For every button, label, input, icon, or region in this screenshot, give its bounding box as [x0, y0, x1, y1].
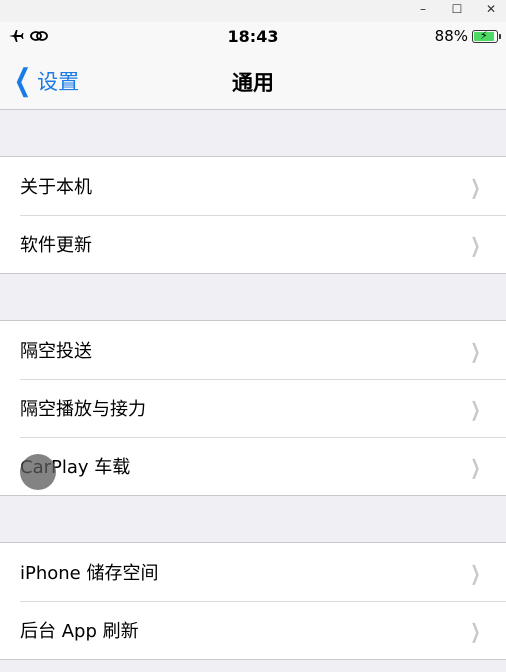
- list-item-background-refresh[interactable]: 后台 App 刷新 ❯: [0, 601, 506, 659]
- page-title: 通用: [232, 71, 274, 95]
- status-bar: 18:43 88% ⚡: [0, 22, 506, 52]
- list-item-software-update[interactable]: 软件更新 ❯: [0, 215, 506, 273]
- list-item-label: 关于本机: [20, 177, 92, 198]
- list-item-iphone-storage[interactable]: iPhone 储存空间 ❯: [0, 543, 506, 601]
- chevron-right-icon: ❯: [470, 339, 481, 363]
- list-item-label: 隔空播放与接力: [20, 399, 146, 420]
- close-button[interactable]: ✕: [484, 2, 498, 16]
- section-spacer: [0, 274, 506, 321]
- list-item-label: 后台 App 刷新: [20, 621, 139, 642]
- chevron-right-icon: ❯: [470, 397, 481, 421]
- status-time: 18:43: [227, 27, 279, 46]
- battery-percent: 88%: [434, 27, 468, 45]
- list-item-label: 隔空投送: [20, 341, 92, 362]
- chevron-right-icon: ❯: [470, 455, 481, 479]
- list-item-airdrop[interactable]: 隔空投送 ❯: [0, 321, 506, 379]
- chevron-right-icon: ❯: [470, 233, 481, 257]
- chevron-right-icon: ❯: [470, 561, 481, 585]
- settings-group-storage: iPhone 储存空间 ❯ 后台 App 刷新 ❯: [0, 543, 506, 660]
- list-item-label: iPhone 储存空间: [20, 563, 159, 584]
- touch-indicator: [20, 454, 56, 490]
- window-titlebar: – ☐ ✕: [0, 0, 506, 22]
- settings-group-airdrop: 隔空投送 ❯ 隔空播放与接力 ❯ CarPlay 车载 ❯: [0, 321, 506, 496]
- list-item-about[interactable]: 关于本机 ❯: [0, 157, 506, 215]
- list-item-label: 软件更新: [20, 235, 92, 256]
- settings-group-about: 关于本机 ❯ 软件更新 ❯: [0, 157, 506, 274]
- battery-icon: ⚡: [472, 29, 501, 43]
- section-spacer: [0, 496, 506, 543]
- chevron-right-icon: ❯: [470, 619, 481, 643]
- section-spacer: [0, 110, 506, 157]
- maximize-button[interactable]: ☐: [450, 2, 464, 16]
- navigation-bar: ❮ 设置 通用: [0, 52, 506, 110]
- list-item-airplay-handoff[interactable]: 隔空播放与接力 ❯: [0, 379, 506, 437]
- minimize-button[interactable]: –: [416, 2, 430, 16]
- chevron-right-icon: ❯: [470, 175, 481, 199]
- list-item-carplay[interactable]: CarPlay 车载 ❯: [0, 437, 506, 495]
